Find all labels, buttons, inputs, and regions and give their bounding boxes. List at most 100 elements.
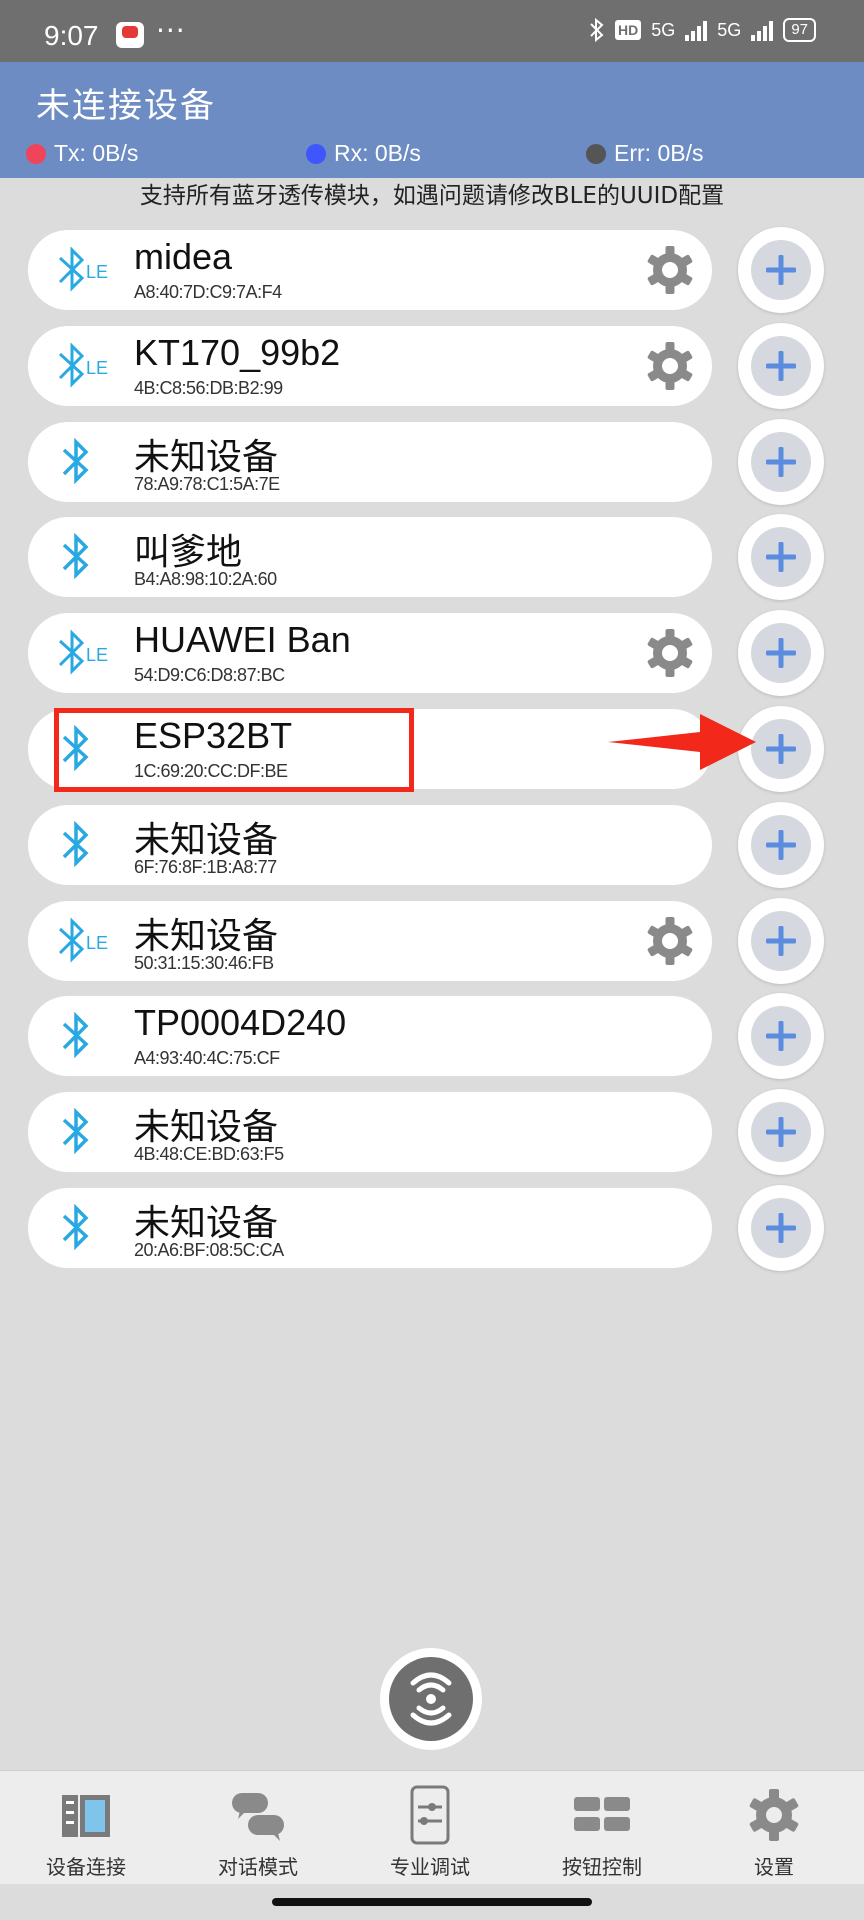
bluetooth-icon [62, 532, 89, 580]
device-mac: 20:A6:BF:08:5C:CA [134, 1240, 284, 1260]
device-mac: 54:D9:C6:D8:87:BC [134, 665, 285, 685]
device-mac: B4:A8:98:10:2A:60 [134, 569, 277, 589]
device-row[interactable]: 未知设备 20:A6:BF:08:5C:CA [28, 1188, 712, 1268]
plus-icon [751, 336, 811, 396]
status-bar: 9:07 ··· HD 5G 5G 97 [0, 0, 864, 62]
device-row[interactable]: 叫爹地 B4:A8:98:10:2A:60 [28, 517, 712, 597]
ble-badge-text: LE [86, 933, 108, 953]
more-notifications-icon: ··· [156, 14, 186, 47]
device-name: TP0004D240 [134, 1002, 347, 1043]
bluetooth-le-icon: LE [58, 629, 108, 675]
connect-plus-button[interactable] [738, 1089, 824, 1175]
device-mac: 6F:76:8F:1B:A8:77 [134, 857, 277, 877]
rx-label: Rx: 0B/s [334, 140, 421, 166]
ble-badge-text: LE [86, 262, 108, 282]
plus-icon [751, 815, 811, 875]
bluetooth-icon [62, 1011, 89, 1059]
err-label: Err: 0B/s [614, 140, 704, 166]
tab-pro-debug[interactable]: 专业调试 [344, 1771, 516, 1885]
tab-settings-label: 设置 [754, 1855, 794, 1879]
device-connect-icon [62, 1795, 110, 1837]
tab-settings[interactable]: 设置 [688, 1771, 860, 1885]
tab-chat-mode[interactable]: 对话模式 [172, 1771, 344, 1885]
signal-icon-2 [751, 19, 774, 41]
bluetooth-le-icon: LE [58, 246, 108, 292]
device-row[interactable]: 未知设备 78:A9:78:C1:5A:7E [28, 422, 712, 502]
debug-icon [410, 1785, 450, 1845]
status-time: 9:07 [44, 20, 99, 51]
err-rate: Err: 0B/s [586, 140, 703, 167]
device-row[interactable]: 未知设备 6F:76:8F:1B:A8:77 [28, 805, 712, 885]
connect-plus-button[interactable] [738, 802, 824, 888]
bottom-nav: 设备连接 对话模式 专业调试 按钮控制 设置 [0, 1770, 864, 1884]
device-name: 未知设备 [134, 1202, 279, 1243]
status-indicators: HD 5G 5G 97 [589, 18, 816, 42]
chat-icon [232, 1793, 284, 1841]
device-settings-gear-icon[interactable] [644, 244, 696, 296]
notification-app-icon [116, 22, 144, 48]
device-row[interactable]: 未知设备 4B:48:CE:BD:63:F5 [28, 1092, 712, 1172]
red-arrow-icon [608, 714, 756, 770]
device-row[interactable]: TP0004D240 A4:93:40:4C:75:CF [28, 996, 712, 1076]
bluetooth-icon [62, 820, 89, 868]
device-settings-gear-icon[interactable] [644, 340, 696, 392]
device-row[interactable]: LE midea A8:40:7D:C9:7A:F4 [28, 230, 712, 310]
err-dot-icon [586, 143, 606, 164]
ble-badge-text: LE [86, 645, 108, 665]
plus-icon [751, 432, 811, 492]
uuid-hint: 支持所有蓝牙透传模块，如遇问题请修改BLE的UUID配置 [139, 183, 725, 209]
tx-label: Tx: 0B/s [54, 140, 139, 166]
tab-pro-debug-label: 专业调试 [390, 1855, 470, 1879]
bluetooth-icon [62, 437, 89, 485]
device-name: midea [134, 236, 233, 277]
connect-plus-button[interactable] [738, 1185, 824, 1271]
tab-device-connect[interactable]: 设备连接 [0, 1771, 172, 1885]
network-type-1: 5G [651, 19, 676, 40]
device-name: 未知设备 [134, 915, 279, 956]
connect-plus-button[interactable] [738, 227, 824, 313]
button-grid-icon [574, 1797, 630, 1831]
device-mac: A8:40:7D:C9:7A:F4 [134, 282, 282, 302]
hd-badge: HD [615, 20, 642, 40]
device-name: 叫爹地 [134, 531, 243, 572]
app-header: 未连接设备 Tx: 0B/s Rx: 0B/s Err: 0B/s [0, 62, 864, 178]
connection-status-title: 未连接设备 [36, 86, 216, 126]
signal-icon-1 [685, 19, 708, 41]
device-settings-gear-icon[interactable] [644, 627, 696, 679]
bluetooth-icon [62, 1203, 89, 1251]
connect-plus-button[interactable] [738, 610, 824, 696]
connect-plus-button[interactable] [738, 993, 824, 1079]
battery-icon: 97 [783, 18, 816, 42]
tx-dot-icon [26, 143, 46, 164]
device-mac: A4:93:40:4C:75:CF [134, 1048, 280, 1068]
scan-button[interactable] [380, 1648, 482, 1750]
plus-icon [751, 1102, 811, 1162]
connect-plus-button[interactable] [738, 514, 824, 600]
connect-plus-button[interactable] [738, 898, 824, 984]
plus-icon [751, 1198, 811, 1258]
device-settings-gear-icon[interactable] [644, 915, 696, 967]
plus-icon [751, 240, 811, 300]
device-mac: 50:31:15:30:46:FB [134, 953, 274, 973]
bluetooth-le-icon: LE [58, 917, 108, 963]
scan-icon [389, 1657, 473, 1741]
connect-plus-button[interactable] [738, 323, 824, 409]
network-type-2: 5G [717, 19, 742, 40]
tx-rate: Tx: 0B/s [26, 140, 138, 167]
device-name: 未知设备 [134, 1106, 279, 1147]
connect-plus-button[interactable] [738, 419, 824, 505]
highlight-box [54, 708, 414, 792]
tab-chat-mode-label: 对话模式 [218, 1855, 298, 1879]
device-row[interactable]: LE 未知设备 50:31:15:30:46:FB [28, 901, 712, 981]
device-row[interactable]: LE HUAWEI Ban 54:D9:C6:D8:87:BC [28, 613, 712, 693]
device-name: 未知设备 [134, 436, 279, 477]
plus-icon [751, 527, 811, 587]
tab-button-control[interactable]: 按钮控制 [516, 1771, 688, 1885]
device-row[interactable]: LE KT170_99b2 4B:C8:56:DB:B2:99 [28, 326, 712, 406]
home-indicator[interactable] [272, 1898, 592, 1906]
device-name: HUAWEI Ban [134, 619, 351, 660]
rx-dot-icon [306, 143, 326, 164]
bluetooth-le-icon: LE [58, 342, 108, 388]
plus-icon [751, 719, 811, 779]
tab-button-control-label: 按钮控制 [562, 1855, 642, 1879]
